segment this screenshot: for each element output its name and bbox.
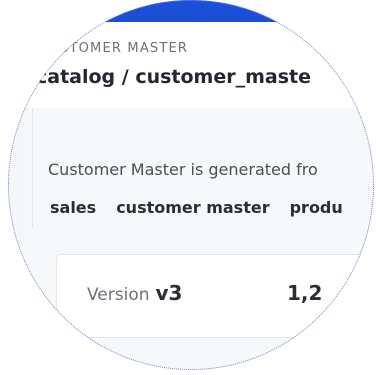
tag-customer-master[interactable]: customer master [116,198,269,217]
dataset-description: Customer Master is generated fro [48,160,318,179]
tag-sales[interactable]: sales [50,198,96,217]
version-card: Version v3 1,2 [56,254,374,338]
page-header: STOMER MASTER catalog / customer_maste [8,22,374,109]
page-title: catalog / customer_maste [36,66,312,88]
record-count: 1,2 [287,281,323,305]
magnifier-lens: STOMER MASTER catalog / customer_maste C… [8,0,374,370]
version-label: Version [87,285,150,305]
panel-divider [32,108,33,228]
page-kicker: STOMER MASTER [60,41,189,56]
version-info: Version v3 [87,281,182,305]
tag-list: sales customer master produ [50,198,343,217]
magnified-view: STOMER MASTER catalog / customer_maste C… [0,0,380,375]
top-accent-bar [8,0,374,22]
tag-product[interactable]: produ [290,198,343,217]
version-value: v3 [155,281,183,305]
